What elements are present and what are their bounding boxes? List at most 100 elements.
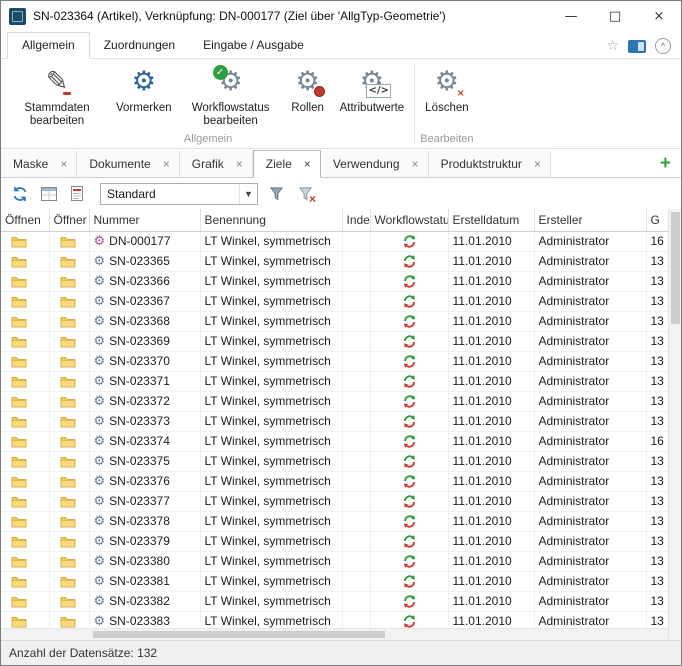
table-row[interactable]: ⚙ SN-023369 LT Winkel, symmetrisch 11.01… [1,331,668,351]
vertical-scrollbar[interactable] [668,209,682,640]
tab-close-icon[interactable]: × [60,159,67,169]
maximize-button[interactable]: □ [593,1,637,31]
open-folder-icon[interactable] [11,415,27,428]
clear-filter-icon[interactable]: × [294,183,316,205]
open-folder-icon[interactable] [60,415,76,428]
horizontal-scrollbar-thumb[interactable] [93,631,385,638]
vertical-scrollbar-thumb[interactable] [671,212,680,324]
open-folder-icon[interactable] [11,335,27,348]
tab-verwendung[interactable]: Verwendung × [321,151,429,177]
table-row[interactable]: ⚙ SN-023373 LT Winkel, symmetrisch 11.01… [1,411,668,431]
table-row[interactable]: ⚙ SN-023374 LT Winkel, symmetrisch 11.01… [1,431,668,451]
table-row[interactable]: ⚙ SN-023377 LT Winkel, symmetrisch 11.01… [1,491,668,511]
table-row[interactable]: ⚙ SN-023382 LT Winkel, symmetrisch 11.01… [1,591,668,611]
open-folder-icon[interactable] [11,235,27,248]
add-tab-button[interactable]: + [660,154,681,177]
open-folder-icon[interactable] [11,575,27,588]
workflowstatus-bearbeiten-button[interactable]: ⚙ ✓ Workflowstatus bearbeiten [179,61,283,131]
col-nummer[interactable]: Nummer [89,209,200,231]
open-folder-icon[interactable] [60,455,76,468]
horizontal-scrollbar[interactable] [1,628,668,640]
table-row[interactable]: ⚙ SN-023367 LT Winkel, symmetrisch 11.01… [1,291,668,311]
rollen-button[interactable]: ⚙ Rollen [283,61,333,131]
tab-produktstruktur[interactable]: Produktstruktur × [429,151,551,177]
open-folder-icon[interactable] [11,515,27,528]
open-folder-icon[interactable] [11,375,27,388]
open-folder-icon[interactable] [11,555,27,568]
open-folder-icon[interactable] [60,315,76,328]
open-folder-icon[interactable] [60,295,76,308]
open-folder-icon[interactable] [11,455,27,468]
tab-ziele[interactable]: Ziele × [253,150,321,178]
open-folder-icon[interactable] [11,275,27,288]
favorite-star-icon[interactable]: ☆ [606,38,619,54]
open-folder-icon[interactable] [60,515,76,528]
open-folder-icon[interactable] [11,595,27,608]
open-folder-icon[interactable] [11,295,27,308]
open-folder-icon[interactable] [60,375,76,388]
table-row[interactable]: ⚙ DN-000177 LT Winkel, symmetrisch 11.01… [1,231,668,251]
tab-dokumente[interactable]: Dokumente × [77,151,179,177]
table-row[interactable]: ⚙ SN-023371 LT Winkel, symmetrisch 11.01… [1,371,668,391]
tab-close-icon[interactable]: × [534,159,541,169]
col-ersteller[interactable]: Ersteller [534,209,646,231]
ribbon-tab-eingabe-ausgabe[interactable]: Eingabe / Ausgabe [189,33,318,58]
attributwerte-button[interactable]: ⚙ </> Attributwerte [333,61,412,131]
export-report-icon[interactable] [67,183,89,205]
table-row[interactable]: ⚙ SN-023379 LT Winkel, symmetrisch 11.01… [1,531,668,551]
refresh-icon[interactable] [9,183,31,205]
loeschen-button[interactable]: ⚙ × Löschen [418,61,475,131]
open-folder-icon[interactable] [11,435,27,448]
table-row[interactable]: ⚙ SN-023380 LT Winkel, symmetrisch 11.01… [1,551,668,571]
col-erstelldatum[interactable]: Erstelldatum [448,209,534,231]
open-folder-icon[interactable] [60,395,76,408]
tab-close-icon[interactable]: × [412,159,419,169]
col-index[interactable]: Inde [342,209,370,231]
ribbon-tab-zuordnungen[interactable]: Zuordnungen [90,33,189,58]
open-folder-icon[interactable] [11,615,27,628]
close-button[interactable]: × [637,1,681,31]
col-benennung[interactable]: Benennung [200,209,342,231]
filter-icon[interactable] [265,183,287,205]
open-folder-icon[interactable] [60,275,76,288]
open-folder-icon[interactable] [60,355,76,368]
open-folder-icon[interactable] [60,595,76,608]
collapse-ribbon-icon[interactable]: ^ [655,38,671,54]
table-row[interactable]: ⚙ SN-023372 LT Winkel, symmetrisch 11.01… [1,391,668,411]
open-folder-icon[interactable] [11,495,27,508]
table-row[interactable]: ⚙ SN-023365 LT Winkel, symmetrisch 11.01… [1,251,668,271]
table-row[interactable]: ⚙ SN-023366 LT Winkel, symmetrisch 11.01… [1,271,668,291]
table-row[interactable]: ⚙ SN-023375 LT Winkel, symmetrisch 11.01… [1,451,668,471]
open-folder-icon[interactable] [60,435,76,448]
table-row[interactable]: ⚙ SN-023370 LT Winkel, symmetrisch 11.01… [1,351,668,371]
col-workflowstatus[interactable]: Workflowstatus [370,209,448,231]
table-row[interactable]: ⚙ SN-023368 LT Winkel, symmetrisch 11.01… [1,311,668,331]
view-select[interactable]: Standard ▼ [100,183,258,205]
tab-close-icon[interactable]: × [304,159,311,169]
ribbon-tab-allgemein[interactable]: Allgemein [7,32,90,59]
tab-close-icon[interactable]: × [163,159,170,169]
table-row[interactable]: ⚙ SN-023383 LT Winkel, symmetrisch 11.01… [1,611,668,628]
col-geaendert[interactable]: G [646,209,668,231]
open-folder-icon[interactable] [11,475,27,488]
open-folder-icon[interactable] [60,235,76,248]
open-folder-icon[interactable] [11,535,27,548]
open-folder-icon[interactable] [11,355,27,368]
open-folder-icon[interactable] [60,335,76,348]
vormerken-button[interactable]: ⚙ Vormerken [109,61,179,131]
open-folder-icon[interactable] [60,615,76,628]
open-folder-icon[interactable] [60,555,76,568]
open-folder-icon[interactable] [60,475,76,488]
tab-grafik[interactable]: Grafik × [180,151,253,177]
tab-close-icon[interactable]: × [236,159,243,169]
open-folder-icon[interactable] [60,575,76,588]
open-folder-icon[interactable] [11,395,27,408]
open-folder-icon[interactable] [11,315,27,328]
open-folder-icon[interactable] [60,495,76,508]
open-folder-icon[interactable] [60,255,76,268]
col-oeffner[interactable]: Öffner [49,209,89,231]
stammdaten-bearbeiten-button[interactable]: ✎ Stammdaten bearbeiten [5,61,109,131]
col-oeffnen[interactable]: Öffnen [1,209,49,231]
minimize-button[interactable]: — [549,1,593,31]
panel-icon[interactable] [628,40,646,53]
